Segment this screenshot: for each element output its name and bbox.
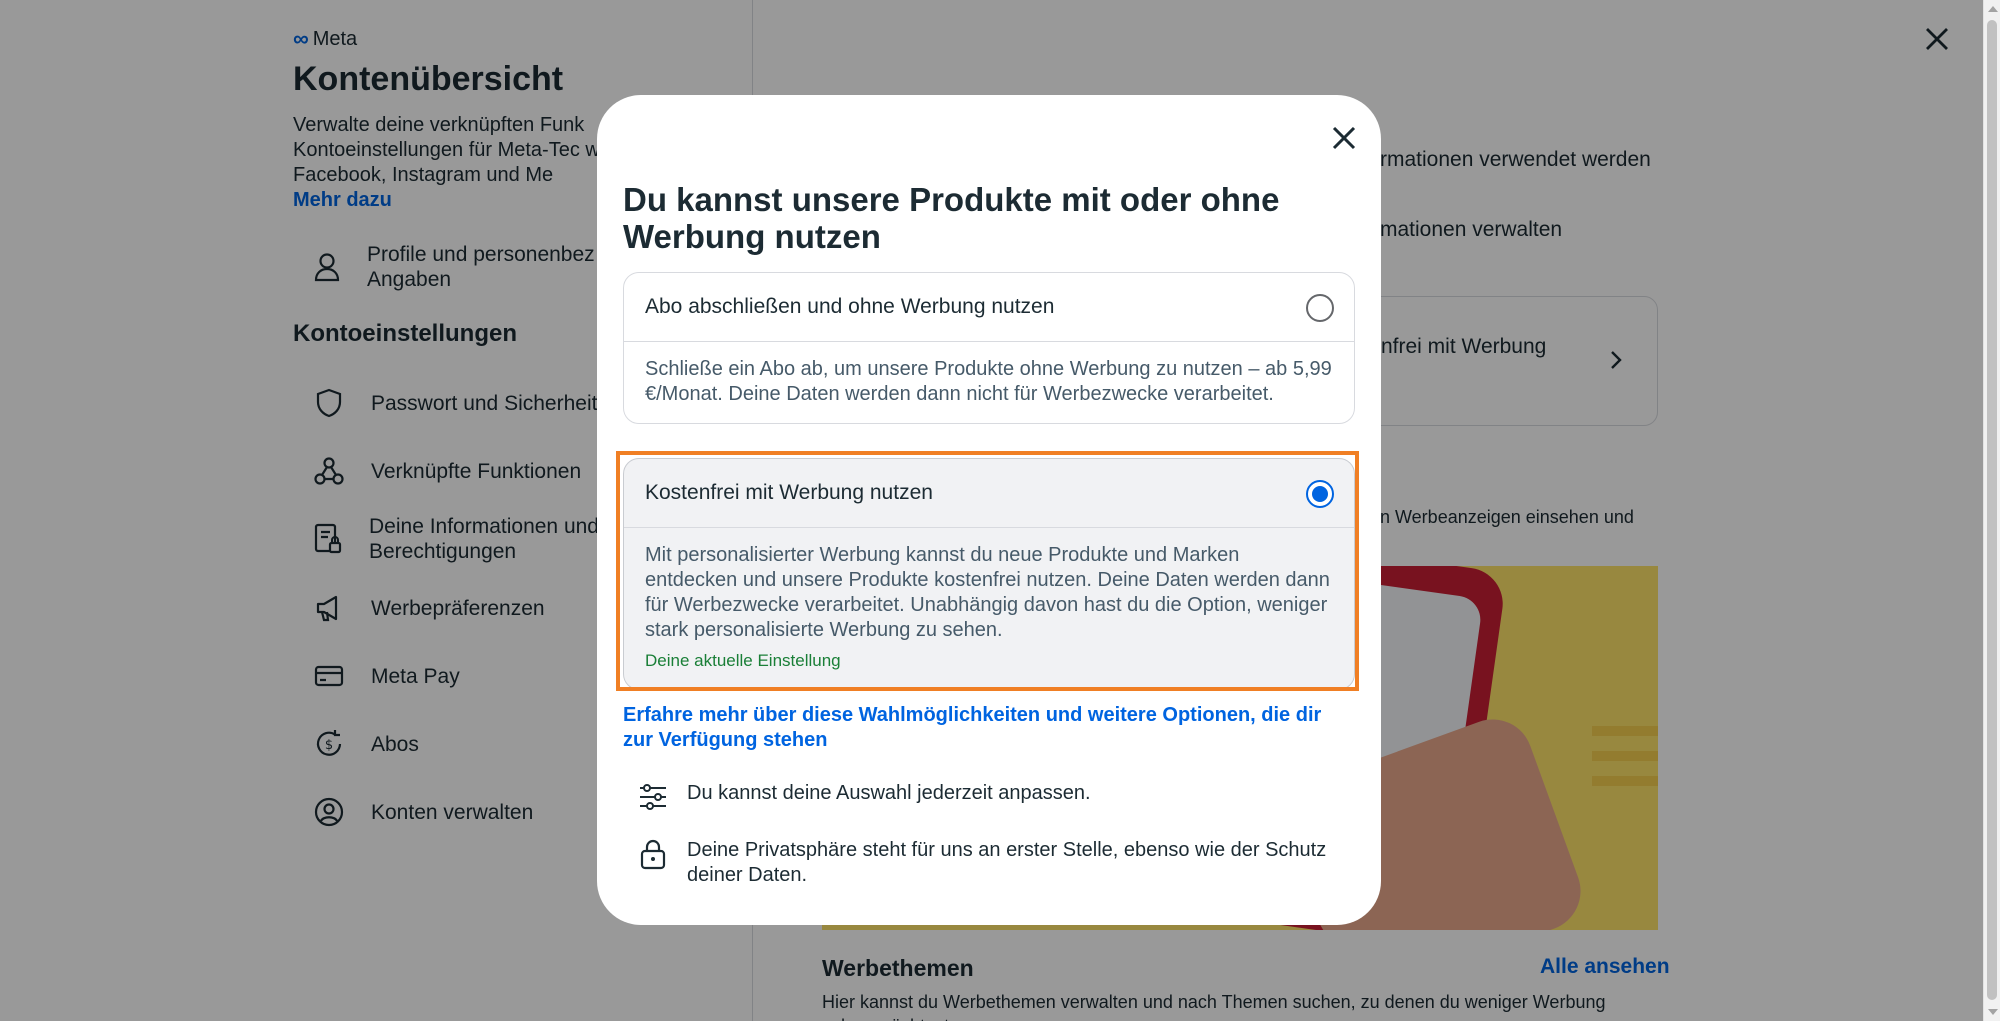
info-row-privacy: Deine Privatsphäre steht für uns an erst… <box>637 838 1357 888</box>
option-label: Kostenfrei mit Werbung nutzen <box>645 481 933 504</box>
lock-icon <box>637 838 669 870</box>
option-label: Abo abschließen und ohne Werbung nutzen <box>645 295 1055 318</box>
current-setting-label: Deine aktuelle Einstellung <box>645 651 841 670</box>
option-subscribe-no-ads[interactable]: Abo abschließen und ohne Werbung nutzen … <box>623 272 1355 424</box>
scroll-up-icon[interactable] <box>1988 6 1998 12</box>
option-header[interactable]: Kostenfrei mit Werbung nutzen <box>624 459 1354 528</box>
dialog-title: Du kannst unsere Produkte mit oder ohne … <box>623 181 1280 255</box>
sliders-icon <box>637 781 669 813</box>
scrollbar-thumb[interactable] <box>1987 20 1997 1000</box>
info-row-adjust: Du kannst deine Auswahl jederzeit anpass… <box>637 781 1357 813</box>
info-row-text: Deine Privatsphäre steht für uns an erst… <box>687 839 1327 886</box>
info-row-text: Du kannst deine Auswahl jederzeit anpass… <box>687 782 1091 804</box>
option-free-with-ads[interactable]: Kostenfrei mit Werbung nutzen Mit person… <box>623 458 1355 690</box>
close-icon[interactable] <box>1329 123 1359 153</box>
scrollbar[interactable] <box>1983 0 2000 1021</box>
radio-free-with-ads[interactable] <box>1306 480 1334 508</box>
scroll-down-icon[interactable] <box>1988 1009 1998 1015</box>
option-description-block: Mit personalisierter Werbung kannst du n… <box>624 528 1354 689</box>
radio-subscribe-no-ads[interactable] <box>1306 294 1334 322</box>
option-description: Mit personalisierter Werbung kannst du n… <box>645 544 1330 641</box>
ad-choice-dialog: Du kannst unsere Produkte mit oder ohne … <box>597 95 1381 925</box>
option-header[interactable]: Abo abschließen und ohne Werbung nutzen <box>624 273 1354 342</box>
option-description: Schließe ein Abo ab, um unsere Produkte … <box>645 358 1332 405</box>
learn-more-link[interactable]: Erfahre mehr über diese Wahlmöglichkeite… <box>623 703 1355 753</box>
